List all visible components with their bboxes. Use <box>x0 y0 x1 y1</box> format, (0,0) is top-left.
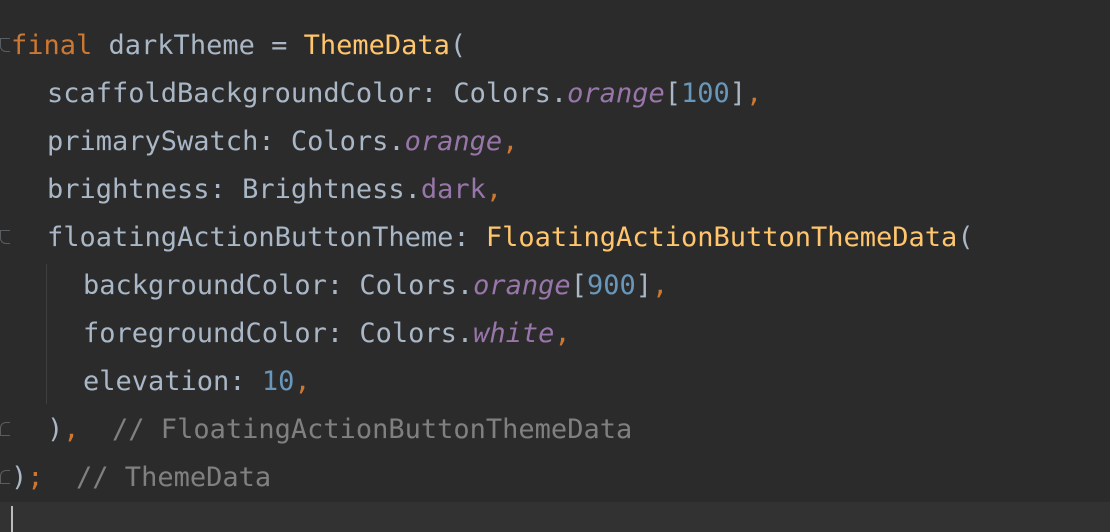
code-token: ( <box>449 30 467 61</box>
punctuation-token: ; <box>27 462 44 493</box>
property-token: orange <box>473 270 571 301</box>
comment-token: // FloatingActionButtonThemeData <box>79 414 633 445</box>
code-token: [ <box>664 78 681 109</box>
code-token: backgroundColor: Colors. <box>83 270 474 301</box>
number-token: 10 <box>261 366 295 397</box>
number-token: 100 <box>680 78 730 109</box>
keyword-token: final <box>11 30 93 61</box>
punctuation-token: , <box>746 78 763 109</box>
code-line[interactable]: scaffoldBackgroundColor: Colors.orange[1… <box>47 70 762 118</box>
property-token: orange <box>404 126 503 157</box>
punctuation-token: , <box>485 174 503 205</box>
code-token: foregroundColor: Colors. <box>83 318 474 349</box>
punctuation-token: , <box>294 366 311 397</box>
property-token: orange <box>567 78 665 109</box>
code-token: ] <box>729 78 747 109</box>
code-editor[interactable]: final darkTheme = ThemeData( scaffoldBac… <box>0 0 1110 532</box>
code-token: ( <box>957 222 974 253</box>
class-token: FloatingActionButtonThemeData <box>485 222 958 253</box>
property-token: white <box>473 318 555 349</box>
number-token: 900 <box>586 270 636 301</box>
punctuation-token: , <box>554 318 571 349</box>
fold-close-icon[interactable] <box>0 422 10 436</box>
code-token: scaffoldBackgroundColor: Colors. <box>47 78 568 109</box>
code-token: [ <box>570 270 587 301</box>
fold-open-icon[interactable] <box>0 38 10 52</box>
class-token: ThemeData <box>303 30 450 61</box>
code-line[interactable]: primarySwatch: Colors.orange, <box>47 118 518 166</box>
current-line-highlight <box>0 502 1110 532</box>
code-token: primarySwatch: Colors. <box>47 126 405 157</box>
punctuation-token: , <box>63 414 80 445</box>
code-line[interactable]: ), // FloatingActionButtonThemeData <box>47 406 632 454</box>
code-line[interactable]: ); // ThemeData <box>11 454 271 502</box>
code-line[interactable]: final darkTheme = ThemeData( <box>11 22 466 70</box>
code-token: ) <box>11 462 28 493</box>
text-caret <box>11 506 13 532</box>
code-line[interactable]: foregroundColor: Colors.white, <box>83 310 571 358</box>
code-token: ] <box>635 270 652 301</box>
code-token: darkTheme = <box>92 30 304 61</box>
punctuation-token: , <box>652 270 669 301</box>
indent-guide <box>46 264 47 404</box>
code-token: elevation: <box>83 366 262 397</box>
code-token: floatingActionButtonTheme: <box>47 222 486 253</box>
code-token: brightness: Brightness. <box>47 174 421 205</box>
property-token: dark <box>420 174 486 205</box>
code-token: ) <box>47 414 64 445</box>
fold-open-icon[interactable] <box>0 230 10 244</box>
fold-close-icon[interactable] <box>0 470 10 484</box>
punctuation-token: , <box>502 126 519 157</box>
code-line[interactable]: backgroundColor: Colors.orange[900], <box>83 262 668 310</box>
code-line[interactable]: brightness: Brightness.dark, <box>47 166 502 214</box>
comment-token: // ThemeData <box>43 462 272 493</box>
code-line[interactable]: elevation: 10, <box>83 358 311 406</box>
code-line[interactable]: floatingActionButtonTheme: FloatingActio… <box>47 214 974 262</box>
